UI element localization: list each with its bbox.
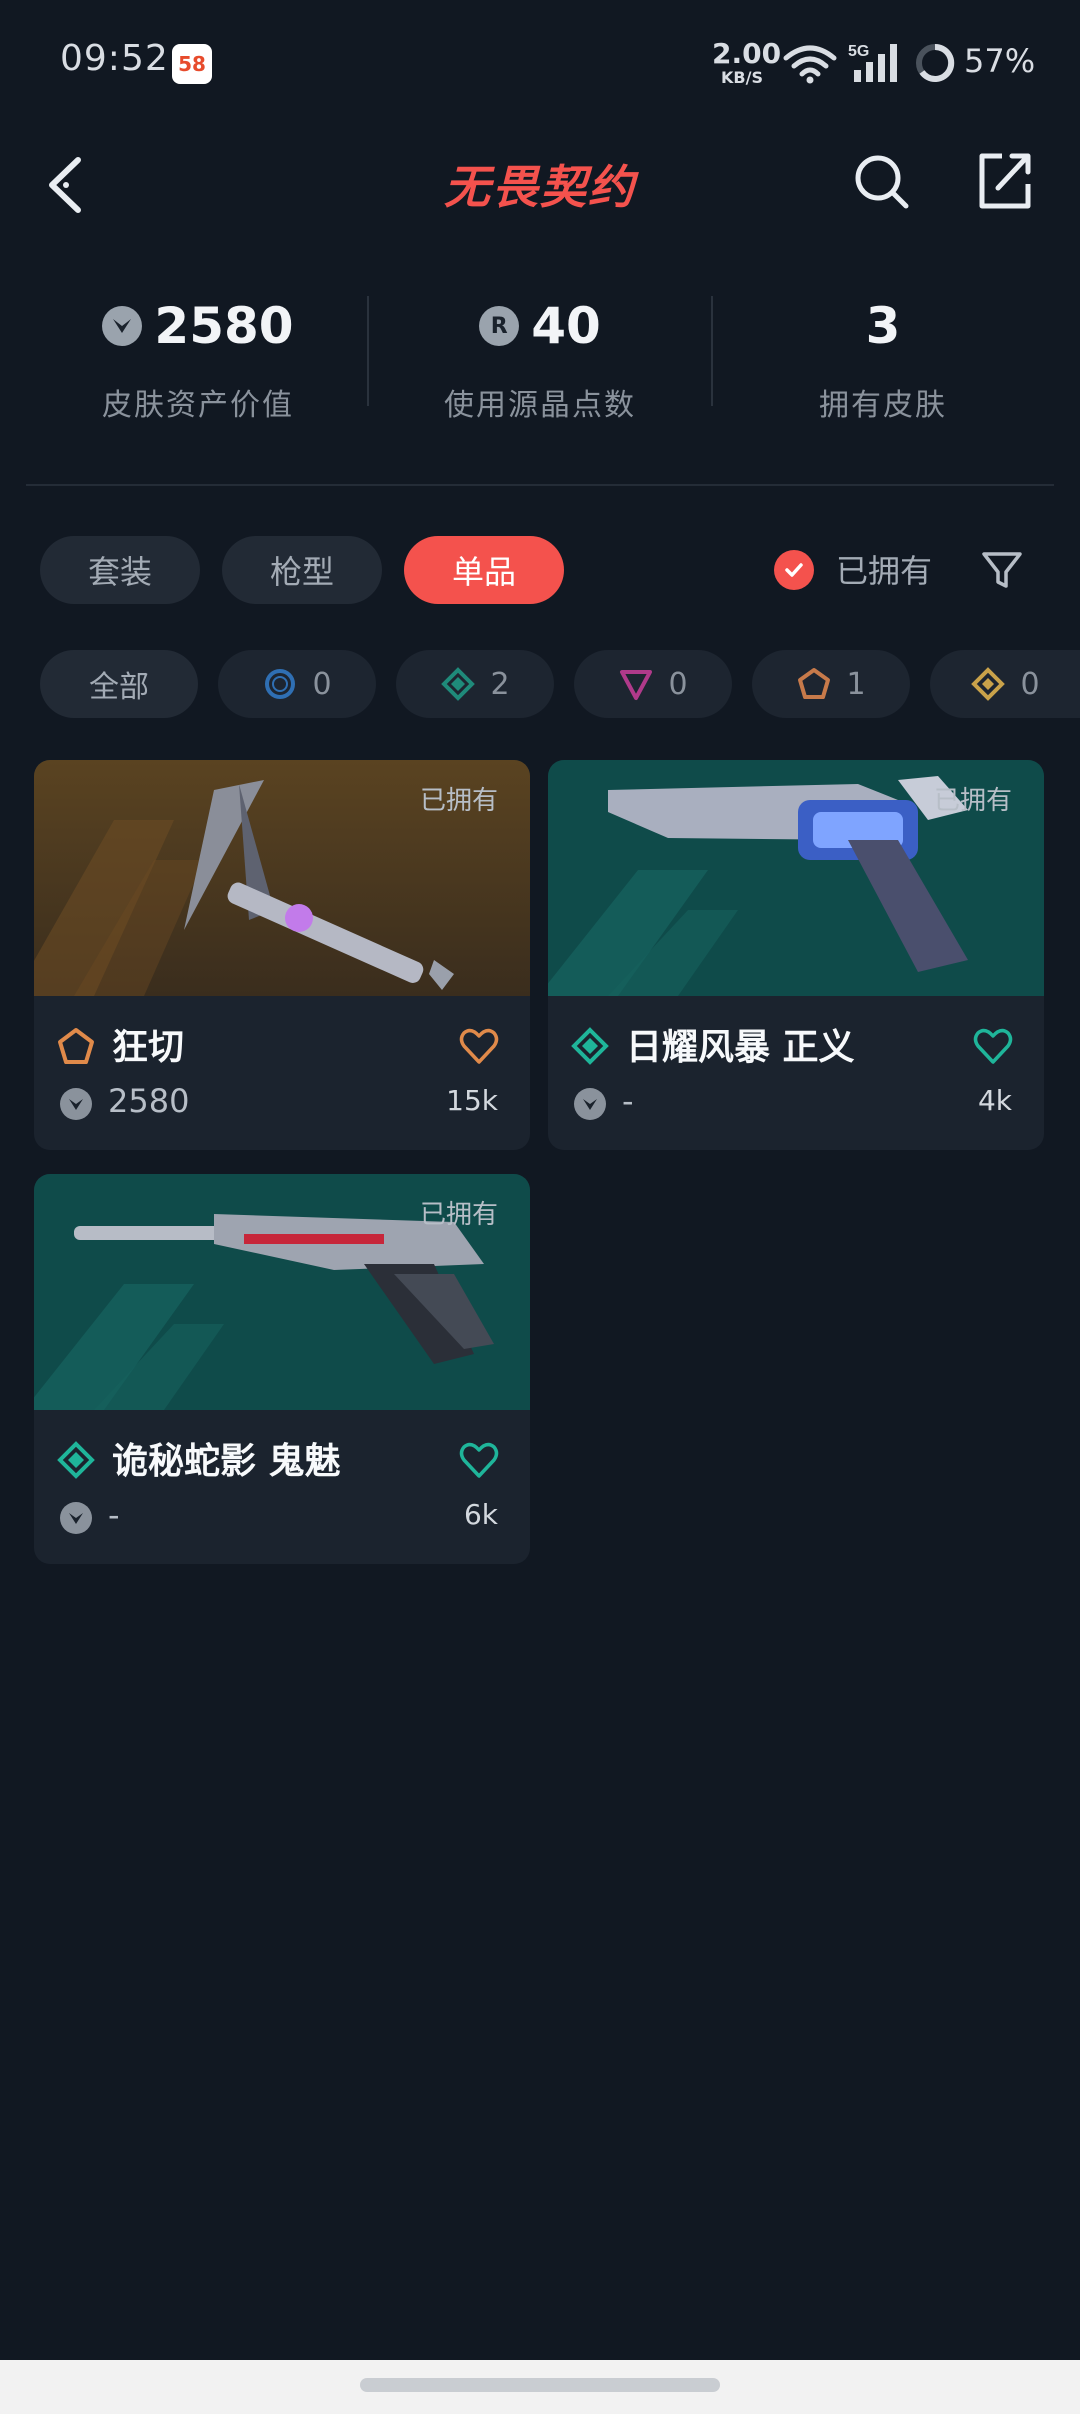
chip-label: 全部: [89, 670, 149, 705]
stat-divider: [711, 296, 713, 406]
tab-weapon-type[interactable]: 枪型: [222, 536, 382, 604]
chip-count: 0: [668, 666, 688, 702]
like-count: 6k: [463, 1498, 498, 1531]
rarity-chip-exclusive[interactable]: 1: [752, 650, 910, 718]
rarity-chip-ultra[interactable]: 0: [930, 650, 1080, 718]
search-icon[interactable]: [852, 152, 912, 212]
filter-icon[interactable]: [980, 548, 1024, 592]
vp-coin-icon: [574, 1088, 606, 1120]
tab-bundles[interactable]: 套装: [40, 536, 200, 604]
like-count: 15k: [446, 1084, 498, 1117]
skin-name: 诡秘蛇影 鬼魅: [112, 1441, 341, 1482]
card-info: 狂切 2580 15k: [34, 996, 530, 1150]
skin-name: 狂切: [112, 1027, 185, 1068]
deluxe-tier-icon: [571, 1027, 609, 1065]
skin-price: -: [108, 1496, 120, 1534]
skin-card[interactable]: 已拥有 狂切 2580 15k: [34, 760, 530, 1150]
premium-tier-icon: [620, 670, 653, 700]
rarity-chip-select[interactable]: 0: [218, 650, 376, 718]
stat-skin-value: 2580 皮肤资产价值: [48, 290, 348, 424]
skin-price: -: [622, 1082, 634, 1120]
network-speed: 2.00 KB/S: [712, 37, 782, 87]
owned-tag: 已拥有: [419, 786, 498, 816]
skin-price: 2580: [108, 1082, 190, 1120]
skin-image: 已拥有: [34, 760, 530, 996]
card-info: 诡秘蛇影 鬼魅 - 6k: [34, 1410, 530, 1564]
net-speed-unit: KB/S: [721, 68, 763, 87]
brand-logo: 无畏契约: [444, 160, 636, 214]
skin-card[interactable]: 已拥有 诡秘蛇影 鬼魅 - 6k: [34, 1174, 530, 1564]
stat-divider: [367, 296, 369, 406]
card-info: 日耀风暴 正义 - 4k: [548, 996, 1044, 1150]
vp-coin-icon: [102, 306, 143, 346]
stat-label: 拥有皮肤: [819, 388, 947, 423]
owned-filter-label[interactable]: 已拥有: [836, 546, 932, 592]
rarity-chip-premium[interactable]: 0: [574, 650, 732, 718]
heart-icon[interactable]: [458, 1440, 500, 1480]
owned-tag: 已拥有: [933, 786, 1012, 816]
exclusive-tier-icon: [798, 668, 831, 699]
rarity-chip-all[interactable]: 全部: [40, 650, 198, 718]
radianite-icon: R: [479, 306, 520, 346]
exclusive-tier-icon: [58, 1028, 94, 1064]
back-icon[interactable]: [40, 150, 90, 220]
select-tier-icon: [265, 669, 296, 699]
rarity-chip-deluxe[interactable]: 2: [396, 650, 554, 718]
ultra-tier-icon: [971, 667, 1006, 701]
stat-label: 使用源晶点数: [444, 388, 636, 423]
battery-icon: [916, 43, 955, 82]
like-count: 4k: [977, 1084, 1012, 1117]
stat-owned-count: 3 拥有皮肤: [733, 290, 1033, 424]
net-speed-value: 2.00: [712, 37, 782, 70]
share-icon[interactable]: [974, 150, 1034, 212]
vp-coin-icon: [60, 1088, 92, 1120]
skin-card[interactable]: 已拥有 日耀风暴 正义 - 4k: [548, 760, 1044, 1150]
chip-count: 2: [490, 666, 510, 702]
stat-label: 皮肤资产价值: [102, 388, 294, 423]
deluxe-tier-icon: [441, 667, 476, 701]
chip-count: 1: [846, 666, 866, 702]
vp-coin-icon: [60, 1502, 92, 1534]
owned-checkbox[interactable]: [774, 550, 814, 590]
signal-5g-label: 5G: [848, 43, 869, 60]
stat-value: 3: [865, 297, 901, 355]
heart-icon[interactable]: [972, 1026, 1014, 1066]
divider: [26, 484, 1054, 486]
skin-image: 已拥有: [548, 760, 1044, 996]
chip-count: 0: [1020, 666, 1040, 702]
deluxe-tier-icon: [57, 1441, 95, 1479]
skin-image: 已拥有: [34, 1174, 530, 1410]
owned-tag: 已拥有: [419, 1200, 498, 1230]
app-notification-icon: 58: [172, 44, 212, 84]
stat-value: 40: [531, 297, 601, 355]
tab-single-items[interactable]: 单品: [404, 536, 564, 604]
skin-name: 日耀风暴 正义: [626, 1027, 855, 1068]
chip-count: 0: [312, 666, 332, 702]
status-time: 09:52: [60, 38, 169, 79]
wifi-icon: [783, 45, 837, 84]
signal-icon: 5G: [848, 43, 897, 82]
stat-value: 2580: [154, 297, 294, 355]
heart-icon[interactable]: [458, 1026, 500, 1066]
home-indicator[interactable]: [360, 2378, 720, 2392]
stat-radianite: R 40 使用源晶点数: [390, 290, 690, 424]
battery-percent: 57%: [964, 42, 1036, 80]
